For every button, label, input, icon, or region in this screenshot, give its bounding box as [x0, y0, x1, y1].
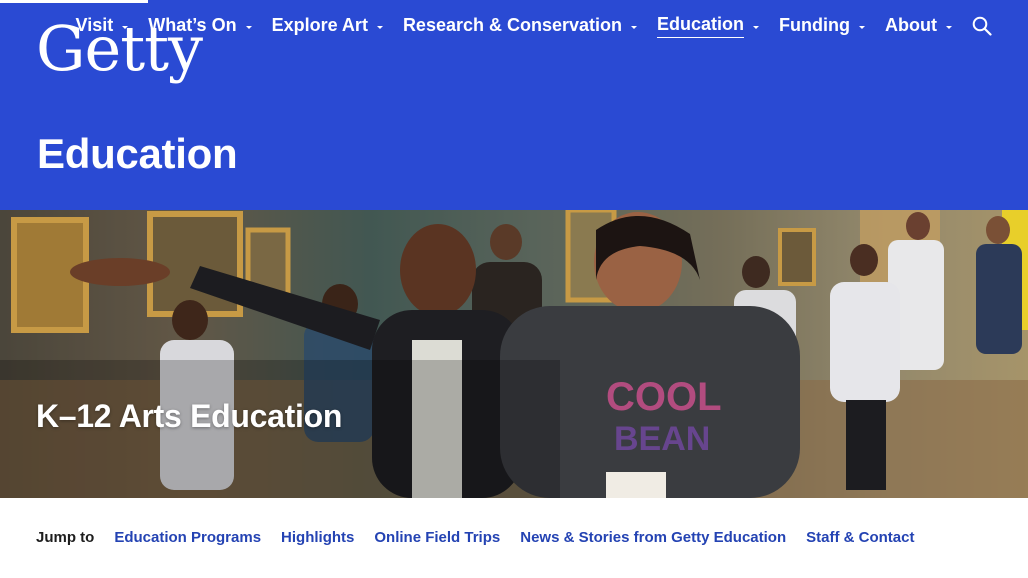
jump-link-news-stories[interactable]: News & Stories from Getty Education	[520, 529, 786, 546]
jump-link-online-field-trips[interactable]: Online Field Trips	[374, 529, 500, 546]
nav-item-whats-on[interactable]: What’s On	[148, 14, 252, 38]
nav-item-research-conservation[interactable]: Research & Conservation	[402, 14, 638, 38]
nav-item-label: Research & Conservation	[402, 14, 623, 35]
jump-to-label: Jump to	[36, 529, 95, 546]
jump-link-highlights[interactable]: Highlights	[281, 529, 354, 546]
nav-item-label: Explore Art	[271, 14, 368, 35]
caret-down-icon	[376, 25, 383, 29]
nav-item-label: Education	[657, 14, 745, 38]
caret-down-icon	[946, 25, 952, 29]
hero-photo-illustration: COOL BEAN	[0, 210, 1028, 498]
caret-down-icon	[245, 25, 252, 29]
site-header: Getty Visit What’s On Explore Art Resear…	[0, 0, 1028, 210]
main-navigation: Visit What’s On Explore Art Research & C…	[76, 14, 952, 38]
page-title: Education	[37, 130, 238, 177]
hero-image: COOL BEAN K–12 Arts Education	[0, 210, 1028, 498]
jump-link-staff-contact[interactable]: Staff & Contact	[806, 529, 914, 546]
caret-down-icon	[122, 25, 129, 29]
caret-down-icon	[753, 25, 760, 29]
active-section-indicator	[0, 0, 148, 3]
nav-item-education[interactable]: Education	[657, 14, 760, 38]
search-icon[interactable]	[972, 16, 992, 36]
nav-item-about[interactable]: About	[885, 15, 952, 38]
hero-title: K–12 Arts Education	[36, 398, 343, 434]
nav-item-explore-art[interactable]: Explore Art	[272, 15, 383, 38]
nav-item-funding[interactable]: Funding	[779, 14, 866, 38]
jump-link-education-programs[interactable]: Education Programs	[114, 529, 261, 546]
jump-to-nav: Jump to Education Programs Highlights On…	[36, 529, 914, 546]
svg-text:COOL: COOL	[606, 375, 722, 419]
svg-text:BEAN: BEAN	[614, 420, 710, 458]
nav-item-label: Funding	[779, 14, 851, 35]
nav-item-label: Visit	[75, 14, 114, 35]
nav-item-label: About	[885, 14, 937, 35]
nav-item-visit[interactable]: Visit	[76, 15, 129, 38]
caret-down-icon	[631, 25, 638, 29]
nav-item-label: What’s On	[148, 14, 237, 35]
caret-down-icon	[859, 25, 866, 29]
